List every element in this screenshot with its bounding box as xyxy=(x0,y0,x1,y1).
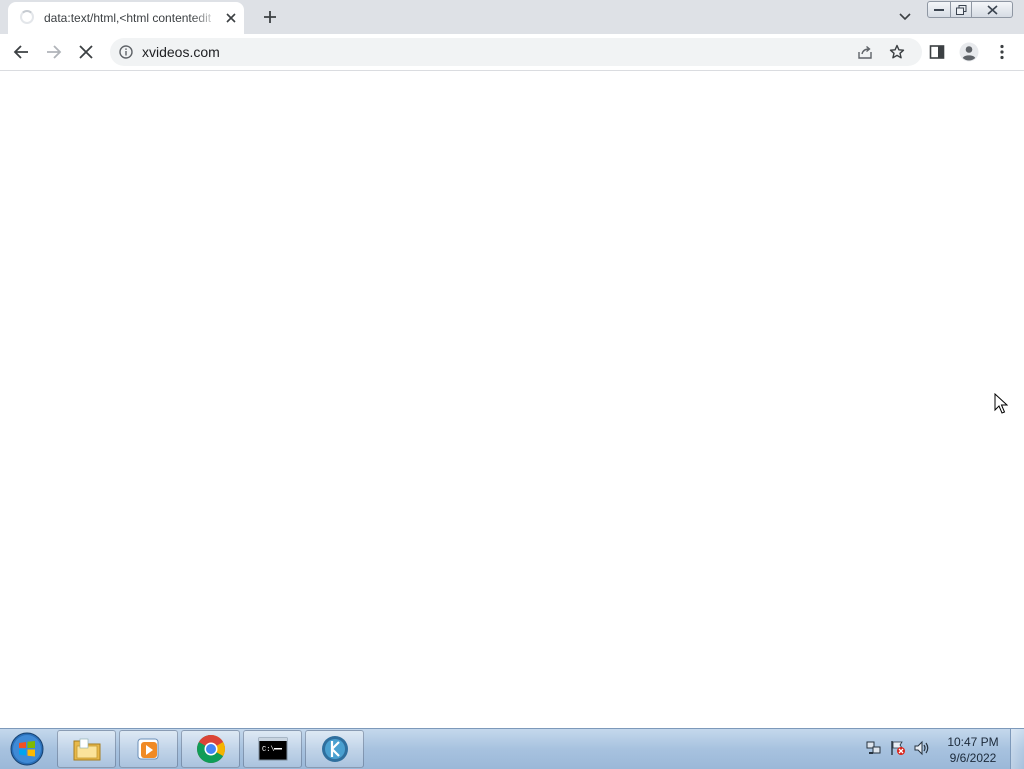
menu-button[interactable] xyxy=(990,40,1014,64)
taskbar-command-prompt[interactable]: C:\ xyxy=(243,730,302,768)
side-panel-button[interactable] xyxy=(925,40,949,64)
profile-icon xyxy=(959,42,979,62)
taskbar-app-k[interactable] xyxy=(305,730,364,768)
show-desktop-button[interactable] xyxy=(1010,729,1024,769)
plus-icon xyxy=(264,11,276,23)
command-prompt-icon: C:\ xyxy=(258,737,287,761)
tray-network[interactable] xyxy=(865,739,883,757)
tab-close-button[interactable] xyxy=(222,9,240,27)
close-icon xyxy=(226,13,236,23)
tray-volume[interactable] xyxy=(913,739,931,757)
windows-start-icon xyxy=(10,732,44,766)
taskbar: C:\ 10:47 PM 9/6/2022 xyxy=(0,728,1024,769)
chrome-icon xyxy=(196,735,225,763)
clock-time: 10:47 PM xyxy=(947,735,999,749)
profile-button[interactable] xyxy=(957,40,981,64)
window-controls xyxy=(927,1,1013,18)
taskbar-media-player[interactable] xyxy=(119,730,178,768)
clock-date: 9/6/2022 xyxy=(949,751,997,765)
media-player-icon xyxy=(137,738,158,760)
tab-active[interactable]: data:text/html,<html contentedit xyxy=(8,2,244,34)
taskbar-google-chrome[interactable] xyxy=(181,730,240,768)
stop-loading-button[interactable] xyxy=(74,40,98,64)
window-close-button[interactable] xyxy=(972,1,1013,18)
page-content[interactable] xyxy=(0,71,1024,728)
side-panel-icon xyxy=(929,45,945,59)
start-button[interactable] xyxy=(4,730,50,768)
address-bar[interactable]: xvideos.com xyxy=(110,38,922,66)
info-icon xyxy=(119,45,133,59)
stop-loading-icon xyxy=(79,45,93,59)
network-icon xyxy=(866,741,881,754)
chevron-down-icon xyxy=(899,13,911,21)
forward-arrow-icon xyxy=(47,45,62,59)
speaker-icon xyxy=(914,740,929,756)
tab-strip: data:text/html,<html contentedit xyxy=(0,0,1024,34)
tab-search-button[interactable] xyxy=(894,8,916,26)
browser-toolbar: xvideos.com xyxy=(0,34,1024,71)
share-button[interactable] xyxy=(856,43,874,61)
kebab-menu-icon xyxy=(1000,44,1004,60)
share-icon xyxy=(858,45,872,59)
restore-icon xyxy=(955,4,966,15)
folder-icon xyxy=(73,738,100,761)
star-icon xyxy=(889,44,905,59)
restore-button[interactable] xyxy=(951,1,972,18)
mouse-cursor-icon xyxy=(994,393,1008,414)
close-icon xyxy=(986,4,998,15)
taskbar-file-explorer[interactable] xyxy=(57,730,116,768)
new-tab-button[interactable] xyxy=(258,6,282,28)
svg-text:C:\: C:\ xyxy=(262,746,275,754)
loading-spinner-icon xyxy=(20,10,34,24)
taskbar-clock[interactable]: 10:47 PM 9/6/2022 xyxy=(940,734,1006,766)
bookmark-button[interactable] xyxy=(888,43,906,61)
tray-action-center[interactable] xyxy=(889,739,907,757)
minimize-icon xyxy=(934,8,944,11)
back-arrow-icon xyxy=(13,45,28,59)
site-info-button[interactable] xyxy=(118,44,134,60)
back-button[interactable] xyxy=(9,40,33,64)
minimize-button[interactable] xyxy=(927,1,951,18)
forward-button[interactable] xyxy=(42,40,66,64)
k-app-icon xyxy=(321,736,348,762)
action-center-flag-icon xyxy=(891,741,905,755)
url-text[interactable]: xvideos.com xyxy=(142,44,220,60)
tab-title: data:text/html,<html contentedit xyxy=(44,11,212,25)
